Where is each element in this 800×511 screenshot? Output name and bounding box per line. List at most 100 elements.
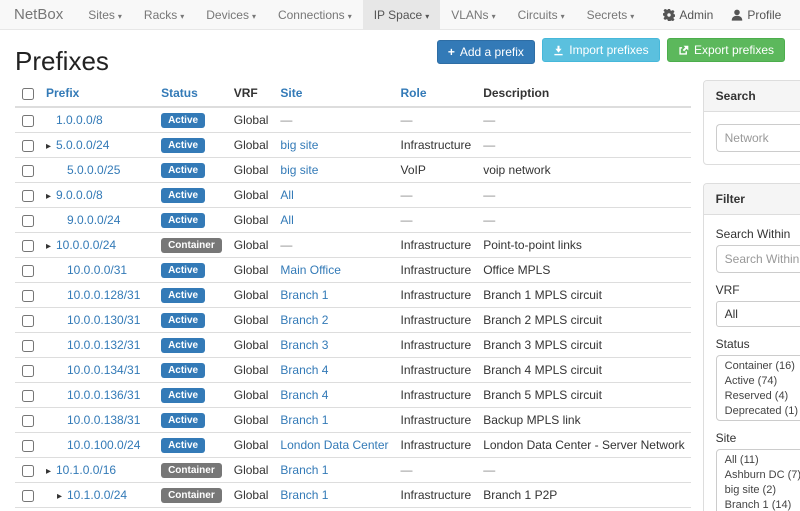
row-checkbox[interactable] bbox=[22, 340, 34, 352]
row-checkbox[interactable] bbox=[22, 440, 34, 452]
column-header-role[interactable]: Role bbox=[395, 80, 478, 107]
status-badge: Container bbox=[161, 238, 222, 253]
site-link[interactable]: All bbox=[280, 213, 293, 227]
row-checkbox[interactable] bbox=[22, 215, 34, 227]
vrf-cell: Global bbox=[228, 158, 275, 183]
column-header-prefix[interactable]: Prefix bbox=[40, 80, 155, 107]
prefix-link[interactable]: 10.0.0.132/31 bbox=[67, 338, 140, 352]
listbox-option[interactable]: Branch 1 (14) bbox=[717, 498, 800, 511]
role-cell: Infrastructure bbox=[395, 408, 478, 433]
site-link[interactable]: Branch 3 bbox=[280, 338, 328, 352]
row-checkbox[interactable] bbox=[22, 315, 34, 327]
table-row: ▸10.1.0.0/24 Container Global Branch 1 I… bbox=[15, 483, 691, 508]
description-cell: — bbox=[477, 458, 690, 483]
plus-icon: + bbox=[448, 45, 455, 59]
site-link[interactable]: Branch 1 bbox=[280, 288, 328, 302]
status-badge: Active bbox=[161, 113, 205, 128]
vrf-cell: Global bbox=[228, 308, 275, 333]
column-header-site[interactable]: Site bbox=[274, 80, 394, 107]
prefix-link[interactable]: 5.0.0.0/24 bbox=[56, 138, 109, 152]
prefix-link[interactable]: 5.0.0.0/25 bbox=[67, 163, 120, 177]
listbox-option[interactable]: Ashburn DC (7) bbox=[717, 468, 800, 483]
vrf-cell: Global bbox=[228, 208, 275, 233]
listbox-option[interactable]: Reserved (4) bbox=[717, 389, 800, 404]
search-within-input[interactable] bbox=[716, 245, 800, 273]
site-link[interactable]: Main Office bbox=[280, 263, 340, 277]
site-link[interactable]: All bbox=[280, 188, 293, 202]
prefix-link[interactable]: 10.0.0.130/31 bbox=[67, 313, 140, 327]
row-checkbox[interactable] bbox=[22, 240, 34, 252]
site-link[interactable]: Branch 1 bbox=[280, 488, 328, 502]
role-cell: Infrastructure bbox=[395, 233, 478, 258]
prefix-link[interactable]: 9.0.0.0/24 bbox=[67, 213, 120, 227]
site-link[interactable]: Branch 1 bbox=[280, 463, 328, 477]
prefix-link[interactable]: 10.0.0.128/31 bbox=[67, 288, 140, 302]
nav-item-ip-space[interactable]: IP Space▾ bbox=[363, 0, 441, 29]
site-link[interactable]: big site bbox=[280, 138, 318, 152]
description-cell: Branch 4 MPLS circuit bbox=[477, 358, 690, 383]
role-cell: — bbox=[395, 508, 478, 511]
listbox-option[interactable]: Deprecated (1) bbox=[717, 404, 800, 419]
site-link[interactable]: Branch 1 bbox=[280, 413, 328, 427]
vrf-cell: Global bbox=[228, 233, 275, 258]
nav-item-circuits[interactable]: Circuits▾ bbox=[507, 0, 576, 29]
role-cell: — bbox=[395, 183, 478, 208]
column-header-status[interactable]: Status bbox=[155, 80, 228, 107]
prefix-link[interactable]: 10.0.0.0/24 bbox=[56, 238, 116, 252]
prefix-link[interactable]: 10.0.0.0/31 bbox=[67, 263, 127, 277]
prefix-link[interactable]: 9.0.0.0/8 bbox=[56, 188, 103, 202]
site-filter-label: Site bbox=[716, 431, 800, 445]
nav-item-secrets[interactable]: Secrets▾ bbox=[576, 0, 646, 29]
add-prefix-button[interactable]: + Add a prefix bbox=[437, 40, 535, 64]
vrf-select[interactable]: All ▾ bbox=[716, 301, 800, 327]
site-link[interactable]: London Data Center bbox=[280, 438, 388, 452]
row-checkbox[interactable] bbox=[22, 165, 34, 177]
prefix-link[interactable]: 10.1.0.0/16 bbox=[56, 463, 116, 477]
import-prefixes-button[interactable]: Import prefixes bbox=[542, 38, 659, 62]
description-cell: — bbox=[477, 183, 690, 208]
listbox-option[interactable]: All (11) bbox=[717, 453, 800, 468]
row-checkbox[interactable] bbox=[22, 115, 34, 127]
site-link[interactable]: Branch 4 bbox=[280, 363, 328, 377]
row-checkbox[interactable] bbox=[22, 465, 34, 477]
brand-link[interactable]: NetBox bbox=[0, 0, 77, 29]
nav-item-sites[interactable]: Sites▾ bbox=[77, 0, 133, 29]
site-link[interactable]: big site bbox=[280, 163, 318, 177]
row-checkbox[interactable] bbox=[22, 140, 34, 152]
export-prefixes-button[interactable]: Export prefixes bbox=[667, 38, 785, 62]
row-checkbox[interactable] bbox=[22, 190, 34, 202]
prefix-link[interactable]: 10.0.0.136/31 bbox=[67, 388, 140, 402]
row-checkbox[interactable] bbox=[22, 390, 34, 402]
prefix-link[interactable]: 1.0.0.0/8 bbox=[56, 113, 103, 127]
row-checkbox[interactable] bbox=[22, 415, 34, 427]
listbox-option[interactable]: Active (74) bbox=[717, 374, 800, 389]
site-cell: — bbox=[274, 233, 394, 258]
row-checkbox[interactable] bbox=[22, 290, 34, 302]
row-checkbox[interactable] bbox=[22, 265, 34, 277]
nav-item-label: IP Space bbox=[374, 8, 422, 22]
search-input[interactable] bbox=[716, 124, 800, 152]
prefix-link[interactable]: 10.0.0.138/31 bbox=[67, 413, 140, 427]
admin-link[interactable]: Admin bbox=[663, 8, 713, 22]
prefix-link[interactable]: 10.1.0.0/24 bbox=[67, 488, 127, 502]
nav-item-vlans[interactable]: VLANs▾ bbox=[440, 0, 506, 29]
listbox-option[interactable]: Container (16) bbox=[717, 359, 800, 374]
site-link[interactable]: Branch 2 bbox=[280, 313, 328, 327]
listbox-option[interactable]: big site (2) bbox=[717, 483, 800, 498]
prefix-link[interactable]: 10.0.100.0/24 bbox=[67, 438, 140, 452]
select-all-checkbox[interactable] bbox=[22, 88, 34, 100]
nav-item-devices[interactable]: Devices▾ bbox=[195, 0, 267, 29]
row-checkbox[interactable] bbox=[22, 490, 34, 502]
expand-arrow-icon: ▸ bbox=[46, 141, 56, 152]
site-cell: All bbox=[274, 183, 394, 208]
profile-link[interactable]: Profile bbox=[731, 8, 781, 22]
site-link[interactable]: Branch 4 bbox=[280, 388, 328, 402]
expand-arrow-icon: ▸ bbox=[46, 241, 56, 252]
search-within-label: Search Within bbox=[716, 227, 800, 241]
row-checkbox[interactable] bbox=[22, 365, 34, 377]
prefix-link[interactable]: 10.0.0.134/31 bbox=[67, 363, 140, 377]
role-cell: Infrastructure bbox=[395, 283, 478, 308]
nav-item-racks[interactable]: Racks▾ bbox=[133, 0, 195, 29]
nav-item-connections[interactable]: Connections▾ bbox=[267, 0, 363, 29]
description-cell: Office MPLS bbox=[477, 258, 690, 283]
